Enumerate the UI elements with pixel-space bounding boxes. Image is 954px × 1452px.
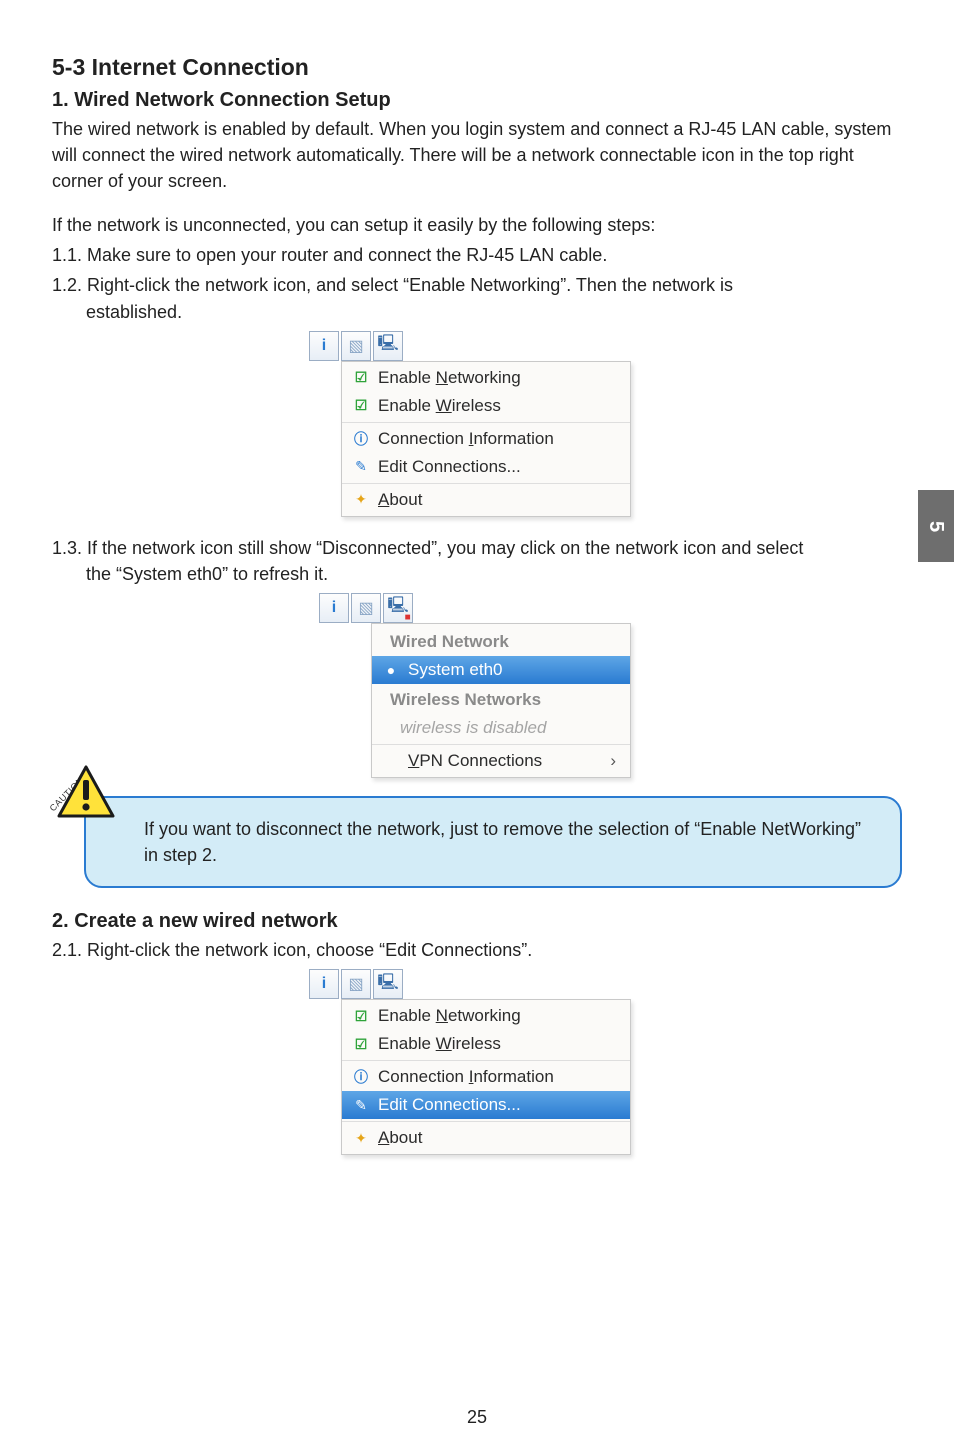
network-tray-icon[interactable]: 🖳 (373, 969, 403, 999)
checkbox-checked-icon: ☑ (352, 1008, 370, 1025)
folder-icon: ▧ (348, 974, 363, 994)
folder-tray-icon[interactable]: ▧ (351, 593, 381, 623)
menu-separator (342, 1121, 630, 1122)
info-icon: i (322, 337, 326, 355)
tray-icons: i ▧ 🖳 (307, 969, 647, 999)
info-icon: i (322, 975, 326, 993)
context-menu-figure-2: i ▧ 🖳 ☑ Enable Networking ☑ Enable Wirel… (307, 969, 647, 1155)
menu-separator (342, 483, 630, 484)
wireless-disabled-text: wireless is disabled (372, 714, 630, 742)
menu-enable-wireless[interactable]: ☑ Enable Wireless (342, 392, 630, 420)
menu-separator (342, 1060, 630, 1061)
menu-about[interactable]: ✦ About (342, 1124, 630, 1152)
section-title: 5-3 Internet Connection (52, 54, 902, 81)
step-1-2: 1.2. Right-click the network icon, and s… (52, 272, 902, 324)
caution-callout: CAUTION If you want to disconnect the ne… (84, 796, 902, 888)
star-icon: ✦ (352, 491, 370, 508)
checkbox-checked-icon: ☑ (352, 1036, 370, 1053)
edit-icon: ✎ (352, 458, 370, 475)
menu-enable-networking[interactable]: ☑ Enable Networking (342, 1002, 630, 1030)
menu-enable-wireless[interactable]: ☑ Enable Wireless (342, 1030, 630, 1058)
menu-separator (342, 422, 630, 423)
menu-about[interactable]: ✦ About (342, 486, 630, 514)
menu-connection-information[interactable]: ⓘ Connection Information (342, 1063, 630, 1091)
menu-connection-information[interactable]: ⓘ Connection Information (342, 425, 630, 453)
menu-separator (372, 744, 630, 745)
menu-enable-networking[interactable]: ☑ Enable Networking (342, 364, 630, 392)
checkbox-checked-icon: ☑ (352, 397, 370, 414)
computer-icon: 🖳 (377, 332, 398, 359)
folder-icon: ▧ (358, 598, 373, 618)
folder-tray-icon[interactable]: ▧ (341, 331, 371, 361)
network-tray-icon[interactable]: 🖳 (373, 331, 403, 361)
radio-selected-icon: ● (382, 662, 400, 678)
checkbox-checked-icon: ☑ (352, 369, 370, 386)
menu-system-eth0[interactable]: ● System eth0 (372, 656, 630, 684)
menu-vpn-connections[interactable]: VPN Connections › (372, 747, 630, 775)
menu-edit-connections[interactable]: ✎ Edit Connections... (342, 1091, 630, 1119)
info-icon: ⓘ (352, 1067, 370, 1087)
network-context-menu: ☑ Enable Networking ☑ Enable Wireless ⓘ … (341, 999, 631, 1155)
subsection-1-title: 1. Wired Network Connection Setup (52, 89, 902, 112)
subsection-1-paragraph: The wired network is enabled by default.… (52, 116, 902, 194)
tray-icons: i ▧ 🖳■ (317, 593, 637, 623)
step-2-1: 2.1. Right-click the network icon, choos… (52, 937, 902, 963)
info-icon: ⓘ (352, 429, 370, 449)
info-icon: i (332, 599, 336, 617)
subsection-2-title: 2. Create a new wired network (52, 910, 902, 933)
computer-icon: 🖳 (377, 971, 398, 998)
tray-icons: i ▧ 🖳 (307, 331, 647, 361)
info-tray-icon[interactable]: i (319, 593, 349, 623)
network-context-menu: ☑ Enable Networking ☑ Enable Wireless ⓘ … (341, 361, 631, 517)
step-1-1: 1.1. Make sure to open your router and c… (52, 242, 902, 268)
subsection-1-lead: If the network is unconnected, you can s… (52, 212, 902, 238)
network-list-figure: i ▧ 🖳■ Wired Network ● System eth0 Wirel… (317, 593, 637, 778)
submenu-arrow-icon: › (610, 751, 616, 771)
star-icon: ✦ (352, 1130, 370, 1147)
menu-edit-connections[interactable]: ✎ Edit Connections... (342, 453, 630, 481)
info-tray-icon[interactable]: i (309, 331, 339, 361)
info-tray-icon[interactable]: i (309, 969, 339, 999)
step-1-3: 1.3. If the network icon still show “Dis… (52, 535, 902, 587)
computer-x-icon: 🖳■ (387, 594, 408, 621)
page-number: 25 (0, 1407, 954, 1428)
chapter-tab: 5 (918, 490, 954, 562)
folder-icon: ▧ (348, 336, 363, 356)
folder-tray-icon[interactable]: ▧ (341, 969, 371, 999)
wireless-networks-header: Wireless Networks (372, 684, 630, 714)
edit-icon: ✎ (352, 1097, 370, 1114)
caution-triangle-icon (56, 764, 116, 820)
network-disconnected-tray-icon[interactable]: 🖳■ (383, 593, 413, 623)
network-list-menu: Wired Network ● System eth0 Wireless Net… (371, 623, 631, 778)
caution-text: If you want to disconnect the network, j… (144, 819, 861, 865)
wired-network-header: Wired Network (372, 626, 630, 656)
context-menu-figure-1: i ▧ 🖳 ☑ Enable Networking ☑ Enable Wirel… (307, 331, 647, 517)
